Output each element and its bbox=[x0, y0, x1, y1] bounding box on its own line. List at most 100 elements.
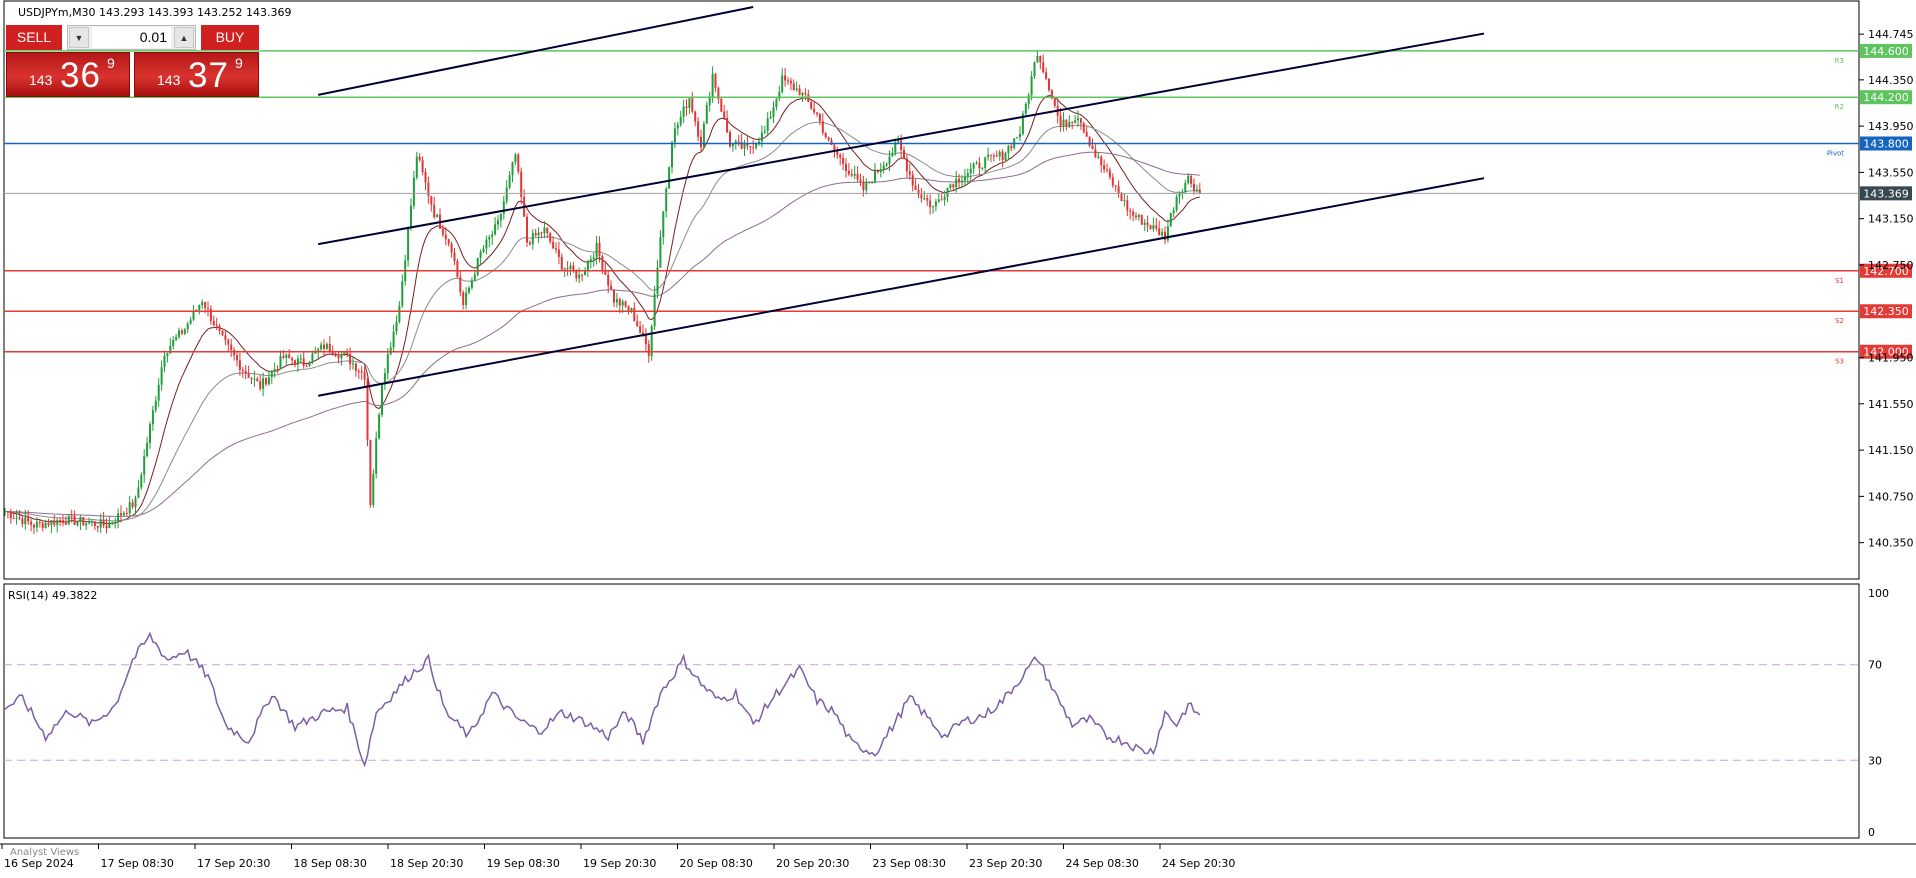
candle-body bbox=[447, 239, 450, 244]
chart-window[interactable]: R3 144.600 R2 144.200 Pivot 143.800 S1 142.700 S… bbox=[0, 0, 1916, 874]
candle-body bbox=[1082, 123, 1085, 133]
candle-body bbox=[549, 233, 552, 242]
candle-body bbox=[865, 182, 868, 191]
candle-body bbox=[813, 108, 816, 113]
buy-button[interactable]: BUY bbox=[201, 25, 259, 50]
one-click-trading-panel: SELL ▼ 0.01 ▲ BUY 143 36 9 143 37 9 bbox=[6, 25, 259, 97]
candle-body bbox=[111, 522, 114, 524]
candle-body bbox=[163, 356, 166, 368]
candle-body bbox=[755, 143, 758, 148]
candle-body bbox=[639, 326, 642, 333]
time-tick-label: 23 Sep 08:30 bbox=[873, 857, 946, 870]
time-tick-label: 24 Sep 20:30 bbox=[1162, 857, 1235, 870]
candle-body bbox=[1085, 132, 1088, 137]
candle-body bbox=[128, 502, 131, 514]
candle-body bbox=[1178, 193, 1181, 197]
candle-body bbox=[1184, 183, 1187, 193]
candle-body bbox=[853, 173, 856, 176]
lot-input[interactable]: 0.01 bbox=[92, 27, 171, 48]
candle-body bbox=[778, 92, 781, 100]
candle-body bbox=[1187, 175, 1190, 184]
lot-increase-icon[interactable]: ▲ bbox=[174, 27, 194, 48]
candle-body bbox=[595, 242, 598, 258]
candle-body bbox=[250, 377, 253, 379]
candle-body bbox=[114, 521, 117, 523]
price-chart[interactable]: R3144.600R2144.200Pivot143.800S1142.700S… bbox=[0, 0, 1916, 874]
candle-body bbox=[178, 330, 180, 337]
candle-body bbox=[630, 307, 633, 311]
candle-body bbox=[563, 268, 566, 270]
lot-decrease-icon[interactable]: ▼ bbox=[69, 27, 89, 48]
buy-price-sup: 9 bbox=[235, 55, 243, 71]
buy-price-box[interactable]: 143 37 9 bbox=[134, 52, 259, 97]
price-tick-label: 141.150 bbox=[1868, 444, 1914, 457]
candle-body bbox=[920, 194, 923, 199]
candle-body bbox=[955, 178, 958, 188]
candle-body bbox=[154, 400, 157, 411]
candle-body bbox=[528, 242, 531, 245]
candle-body bbox=[343, 352, 346, 355]
candle-body bbox=[1190, 175, 1193, 184]
candle-body bbox=[415, 156, 418, 178]
candle-body bbox=[557, 249, 560, 257]
candle-body bbox=[850, 174, 853, 176]
candle-body bbox=[282, 356, 285, 358]
price-tick-label: 141.950 bbox=[1868, 352, 1914, 365]
candle-body bbox=[99, 519, 102, 528]
candle-body bbox=[700, 136, 702, 148]
sell-price-box[interactable]: 143 36 9 bbox=[6, 52, 130, 97]
candle-body bbox=[70, 515, 73, 517]
candle-body bbox=[421, 160, 424, 173]
candle-body bbox=[665, 188, 668, 212]
candle-body bbox=[1071, 121, 1074, 123]
candle-body bbox=[166, 353, 169, 357]
candle-body bbox=[433, 204, 436, 218]
candle-body bbox=[926, 198, 929, 201]
analyst-views-tab[interactable]: Analyst Views bbox=[10, 847, 79, 858]
candle-body bbox=[673, 128, 676, 143]
candle-body bbox=[795, 88, 798, 90]
candle-body bbox=[349, 353, 352, 365]
candle-body bbox=[56, 520, 59, 525]
candle-body bbox=[288, 354, 291, 359]
candle-body bbox=[38, 521, 41, 523]
candle-body bbox=[615, 299, 618, 303]
candle-body bbox=[676, 124, 679, 129]
candle-body bbox=[769, 116, 772, 119]
candle-body bbox=[810, 101, 813, 109]
candle-body bbox=[59, 520, 62, 522]
candle-body bbox=[1004, 153, 1007, 161]
candle-body bbox=[134, 498, 137, 508]
lot-control: ▼ 0.01 ▲ bbox=[67, 25, 196, 50]
sell-button[interactable]: SELL bbox=[6, 25, 62, 50]
time-tick-label: 20 Sep 08:30 bbox=[680, 857, 753, 870]
price-tick-label: 142.750 bbox=[1868, 259, 1914, 272]
candle-body bbox=[752, 147, 755, 149]
buy-price-prefix: 143 bbox=[157, 72, 181, 88]
candle-body bbox=[1126, 200, 1129, 211]
candle-body bbox=[1048, 78, 1050, 91]
candle-body bbox=[33, 524, 35, 528]
candle-body bbox=[221, 330, 224, 336]
candle-body bbox=[943, 196, 946, 200]
candle-body bbox=[827, 137, 830, 141]
candle-body bbox=[958, 178, 961, 183]
candle-body bbox=[876, 170, 879, 173]
candle-body bbox=[1106, 169, 1108, 171]
candle-body bbox=[470, 280, 473, 288]
candle-body bbox=[424, 172, 427, 183]
time-tick-label: 18 Sep 20:30 bbox=[390, 857, 463, 870]
candle-body bbox=[337, 356, 340, 359]
candle-body bbox=[291, 358, 294, 361]
candle-body bbox=[1059, 115, 1062, 126]
candle-body bbox=[1074, 120, 1077, 123]
candle-body bbox=[279, 356, 282, 370]
candle-body bbox=[987, 154, 990, 158]
candle-body bbox=[427, 182, 430, 197]
candle-body bbox=[1045, 72, 1048, 79]
candle-body bbox=[905, 158, 908, 172]
candle-body bbox=[1036, 55, 1039, 63]
candle-body bbox=[801, 93, 804, 96]
candle-body bbox=[253, 378, 256, 380]
candle-body bbox=[1111, 177, 1114, 186]
